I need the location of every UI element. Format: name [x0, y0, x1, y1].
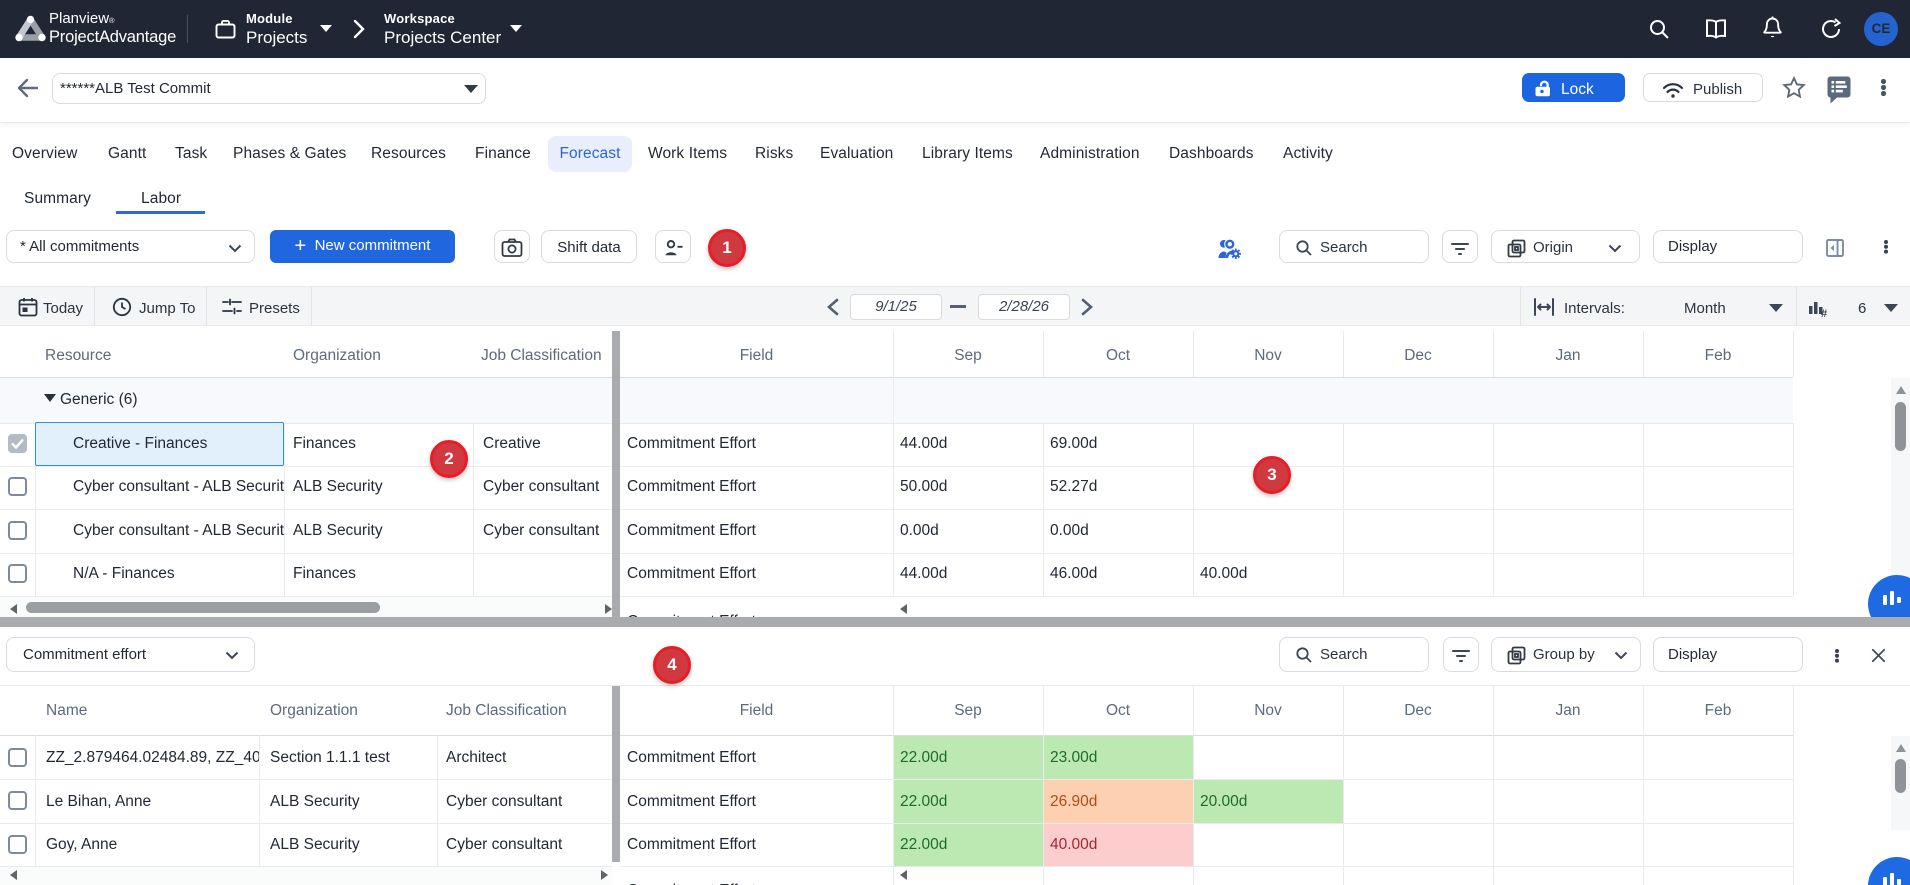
- svg-text:#: #: [1821, 308, 1827, 318]
